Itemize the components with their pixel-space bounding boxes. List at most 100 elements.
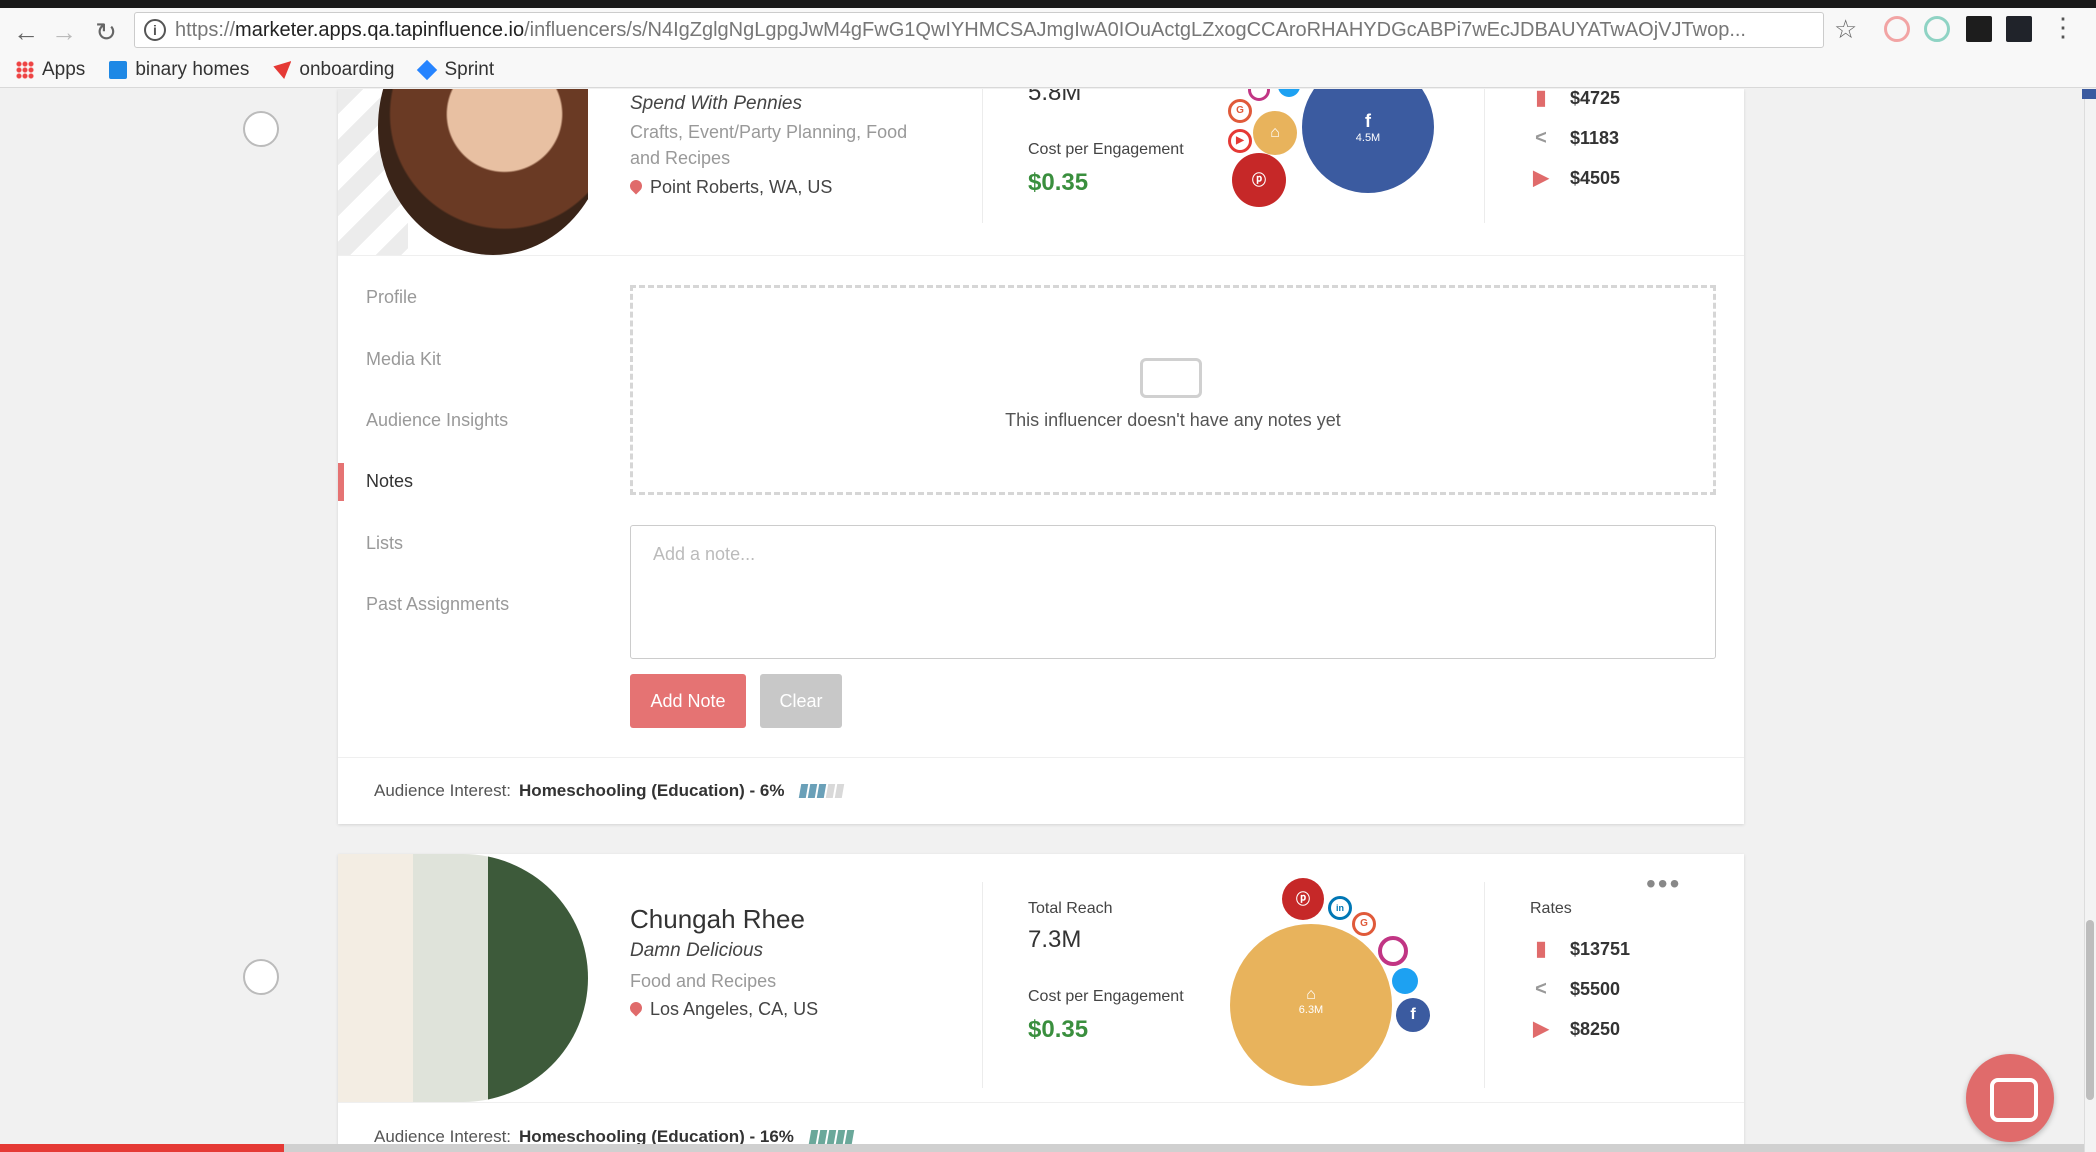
notes-empty-text: This influencer doesn't have any notes y…: [1005, 410, 1341, 430]
rates-label: Rates: [1530, 900, 1572, 917]
blog-home-bubble[interactable]: ⌂: [1253, 111, 1297, 155]
select-influencer-checkbox[interactable]: [243, 111, 279, 147]
rate-social-share: < $5500: [1530, 978, 1620, 1000]
chat-launcher-button[interactable]: [1966, 1054, 2054, 1142]
bookmark-label: onboarding: [299, 59, 395, 80]
bookmark-label: Sprint: [444, 59, 495, 80]
tab-audience-insights[interactable]: Audience Insights: [366, 410, 508, 431]
scrollbar-thumb[interactable]: [2086, 920, 2094, 1100]
url-host: marketer.apps.qa.tapinfluence.io: [235, 19, 525, 41]
influencer-categories: Crafts, Event/Party Planning, Food and R…: [630, 122, 908, 168]
twitter-bubble[interactable]: [1392, 968, 1418, 994]
divider: [338, 255, 1744, 256]
active-tab-indicator: [338, 463, 344, 501]
url-scheme: https://: [175, 19, 236, 41]
facebook-icon: f: [1365, 111, 1371, 131]
google-plus-bubble[interactable]: G: [1228, 99, 1252, 123]
google-plus-bubble[interactable]: G: [1352, 912, 1376, 936]
influencer-blog[interactable]: Damn Delicious: [630, 940, 763, 962]
extension-icon[interactable]: [1924, 16, 1950, 42]
video-progress-track[interactable]: [284, 1144, 2084, 1152]
tab-past-assignments[interactable]: Past Assignments: [366, 594, 509, 615]
back-arrow-icon[interactable]: ←: [10, 16, 42, 48]
location-pin-icon: [630, 180, 642, 196]
rate-video: ▶ $8250: [1530, 1018, 1620, 1040]
bookmark-star-icon[interactable]: ☆: [1834, 14, 1857, 45]
reload-icon[interactable]: ↻: [90, 16, 122, 48]
bookmark-label: Apps: [42, 59, 86, 80]
share-icon: <: [1535, 127, 1547, 149]
influencer-card: Chungah Rhee Damn Delicious Food and Rec…: [338, 854, 1744, 1152]
youtube-bubble[interactable]: ▶: [1228, 129, 1252, 153]
cpe-value: $0.35: [1028, 1016, 1089, 1043]
bookmark-onboarding[interactable]: onboarding: [273, 59, 394, 81]
jira-icon: [417, 59, 438, 81]
pinterest-bubble[interactable]: ⓟ: [1232, 153, 1286, 207]
rate-value: $13751: [1570, 938, 1631, 959]
bookmark-binary-homes[interactable]: binary homes: [109, 59, 249, 81]
video-progress-played: [0, 1144, 284, 1152]
audience-interest: Audience Interest: Homeschooling (Educat…: [374, 781, 845, 801]
rate-value: $4725: [1570, 89, 1621, 108]
influencer-avatar: [338, 89, 588, 255]
twitter-bubble[interactable]: [1278, 89, 1300, 97]
influencer-categories: Food and Recipes: [630, 971, 777, 991]
notes-speech-icon: [1140, 358, 1202, 398]
more-options-icon[interactable]: •••: [1646, 868, 1681, 900]
page-viewport: Spend With Pennies Crafts, Event/Party P…: [0, 89, 2084, 1152]
rate-value: $5500: [1570, 978, 1621, 999]
rate-video: ▶ $4505: [1530, 167, 1620, 189]
linkedin-bubble[interactable]: in: [1328, 896, 1352, 920]
divider: [982, 882, 983, 1088]
tab-lists[interactable]: Lists: [366, 533, 403, 554]
react-devtools-icon[interactable]: [2006, 16, 2032, 42]
bookmark-favicon-icon: [273, 61, 292, 79]
total-reach-value: 7.3M: [1028, 926, 1082, 953]
total-reach-value: 5.8M: [1028, 89, 1082, 106]
browser-menu-icon[interactable]: ⋮: [2050, 14, 2076, 40]
extension-icon[interactable]: [1966, 16, 1992, 42]
instagram-bubble[interactable]: [1378, 936, 1408, 966]
interest-meter: [808, 1130, 855, 1144]
pinterest-bubble[interactable]: ⓟ: [1282, 878, 1324, 920]
address-bar[interactable]: https://marketer.apps.qa.tapinfluence.io…: [134, 12, 1824, 48]
clear-note-button[interactable]: Clear: [760, 674, 842, 728]
avatar-photo: [378, 89, 588, 255]
cpe-label: Cost per Engagement: [1028, 988, 1184, 1005]
tab-media-kit[interactable]: Media Kit: [366, 349, 441, 370]
tab-profile[interactable]: Profile: [366, 287, 417, 308]
url-path: /influencers/s/N4IgZglgNgLgpgJwM4gFwG1Qw…: [524, 19, 1746, 41]
note-input[interactable]: [630, 525, 1716, 659]
play-icon: ▶: [1533, 1018, 1549, 1040]
tab-notes[interactable]: Notes: [366, 471, 413, 492]
divider: [338, 1102, 1744, 1103]
blog-reach-value: 6.3M: [1298, 1004, 1324, 1016]
instagram-bubble[interactable]: [1248, 89, 1270, 101]
extension-icon[interactable]: [1884, 16, 1910, 42]
add-note-button[interactable]: Add Note: [630, 674, 746, 728]
interest-meter-segment: [808, 1130, 819, 1144]
window-top-strip: [0, 0, 2096, 8]
cpe-value: $0.35: [1028, 169, 1089, 196]
blog-reach-bubble[interactable]: ⌂ 6.3M: [1230, 924, 1392, 1086]
bookmark-sprint[interactable]: Sprint: [417, 59, 495, 81]
facebook-bubble[interactable]: f: [1396, 998, 1430, 1032]
share-icon: <: [1535, 978, 1547, 1000]
bookmark-favicon-icon: [109, 61, 128, 79]
bookmark-apps[interactable]: Apps: [16, 59, 85, 81]
influencer-blog[interactable]: Spend With Pennies: [630, 93, 802, 115]
avatar-photo: [338, 854, 588, 1102]
bookmark-icon: ▮: [1535, 938, 1547, 960]
location-pin-icon: [630, 1002, 642, 1018]
select-influencer-checkbox[interactable]: [243, 959, 279, 995]
location-text: Los Angeles, CA, US: [650, 999, 819, 1019]
browser-toolbar: ← → ↻ https://marketer.apps.qa.tapinflue…: [0, 0, 2096, 88]
bookmarks-bar: Apps binary homes onboarding Sprint: [16, 56, 494, 84]
influencer-name[interactable]: Chungah Rhee: [630, 904, 805, 935]
interest-meter-segment: [826, 1130, 837, 1144]
rate-value: $8250: [1570, 1018, 1621, 1039]
forward-arrow-icon[interactable]: →: [48, 16, 80, 48]
site-info-icon[interactable]: i: [144, 19, 166, 41]
cpe-label: Cost per Engagement: [1028, 141, 1184, 158]
facebook-reach-bubble[interactable]: f 4.5M: [1302, 89, 1434, 193]
